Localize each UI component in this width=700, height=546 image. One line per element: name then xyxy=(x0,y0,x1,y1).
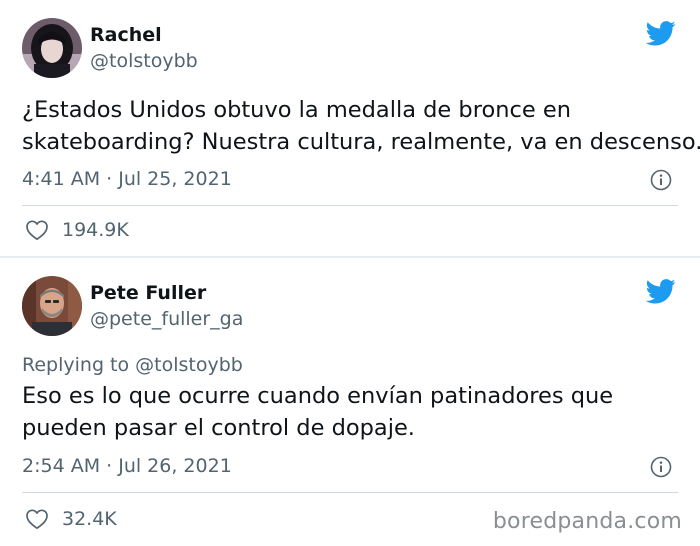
like-button[interactable]: 32.4K xyxy=(25,508,117,530)
tweet-card: Rachel @tolstoybb ¿Estados Unidos obtuvo… xyxy=(0,0,700,258)
divider xyxy=(22,205,678,206)
tweet-text-line: pueden pasar el control de dopaje. xyxy=(22,415,415,441)
divider xyxy=(22,492,678,493)
info-icon[interactable] xyxy=(650,169,672,191)
tweet-text-line: ¿Estados Unidos obtuvo la medalla de bro… xyxy=(22,97,571,123)
avatar-photo xyxy=(22,18,82,78)
display-name[interactable]: Pete Fuller xyxy=(90,282,206,304)
avatar-photo xyxy=(22,276,82,336)
tweet-card: Pete Fuller @pete_fuller_ga Replying to … xyxy=(0,258,700,546)
heart-icon xyxy=(26,220,48,241)
watermark: boredpanda.com xyxy=(492,509,682,534)
display-name[interactable]: Rachel xyxy=(90,24,162,46)
heart-icon xyxy=(26,509,48,530)
avatar[interactable] xyxy=(22,18,82,78)
replying-mention[interactable]: @tolstoybb xyxy=(135,354,243,376)
like-count: 194.9K xyxy=(62,219,129,241)
like-button[interactable]: 194.9K xyxy=(25,219,129,241)
timestamp[interactable]: 4:41 AM · Jul 25, 2021 xyxy=(22,168,232,190)
avatar[interactable] xyxy=(22,276,82,336)
user-handle[interactable]: @tolstoybb xyxy=(90,50,198,72)
replying-prefix: Replying to xyxy=(22,354,130,376)
tweet-text-line: Eso es lo que ocurre cuando envían patin… xyxy=(22,383,614,409)
user-handle[interactable]: @pete_fuller_ga xyxy=(90,308,243,330)
twitter-bird-icon xyxy=(646,279,676,304)
like-count: 32.4K xyxy=(62,508,117,530)
info-icon[interactable] xyxy=(650,456,672,478)
tweet-text-line: skateboarding? Nuestra cultura, realment… xyxy=(22,129,700,155)
timestamp[interactable]: 2:54 AM · Jul 26, 2021 xyxy=(22,455,232,477)
twitter-bird-icon xyxy=(646,21,676,46)
replying-to: Replying to @tolstoybb xyxy=(22,354,243,376)
